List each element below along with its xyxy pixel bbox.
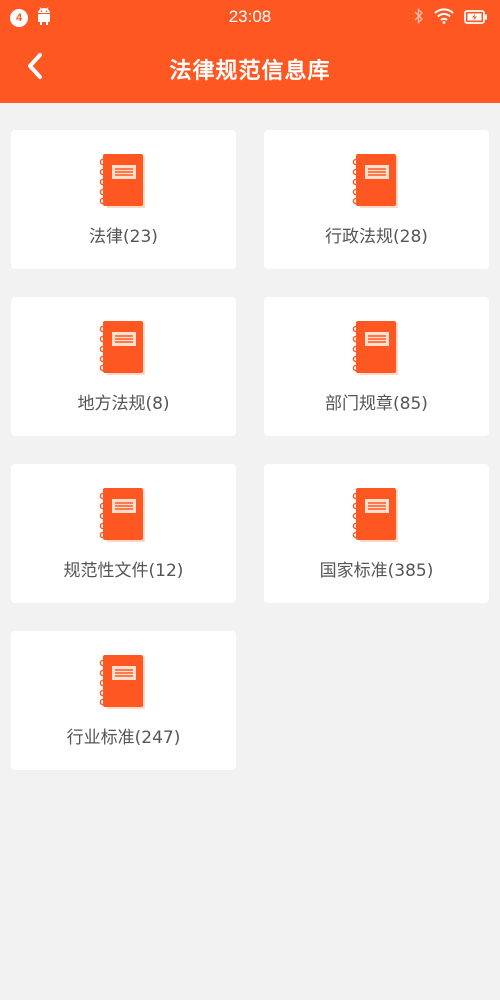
category-card-local-regulations[interactable]: 地方法规(8) xyxy=(11,297,236,436)
page-title: 法律规范信息库 xyxy=(169,59,331,84)
category-card-industry-standards[interactable]: 行业标准(247) xyxy=(11,631,236,770)
status-bar: 4 23:08 xyxy=(0,0,500,33)
battery-icon xyxy=(464,9,488,28)
category-card-administrative-regulations[interactable]: 行政法规(28) xyxy=(264,130,489,269)
bluetooth-icon xyxy=(414,7,424,28)
book-icon xyxy=(98,487,150,545)
category-label: 地方法规(8) xyxy=(77,394,170,414)
category-label: 国家标准(385) xyxy=(319,561,434,581)
screen: 4 23:08 法律规范信息库 法律(23) 行政法规(28) 地方法规(8) … xyxy=(0,0,500,1000)
category-card-normative-documents[interactable]: 规范性文件(12) xyxy=(11,464,236,603)
category-grid: 法律(23) 行政法规(28) 地方法规(8) 部门规章(85) 规范性文件(1… xyxy=(11,130,489,770)
category-label: 行政法规(28) xyxy=(325,227,428,247)
book-icon xyxy=(98,654,150,712)
book-icon xyxy=(351,320,403,378)
category-label: 行业标准(247) xyxy=(66,728,181,748)
category-card-departmental-rules[interactable]: 部门规章(85) xyxy=(264,297,489,436)
book-icon xyxy=(351,487,403,545)
category-label: 部门规章(85) xyxy=(325,394,428,414)
category-label: 规范性文件(12) xyxy=(63,561,184,581)
book-icon xyxy=(351,153,403,211)
category-label: 法律(23) xyxy=(89,227,158,247)
book-icon xyxy=(98,320,150,378)
category-card-law[interactable]: 法律(23) xyxy=(11,130,236,269)
category-card-national-standards[interactable]: 国家标准(385) xyxy=(264,464,489,603)
book-icon xyxy=(98,153,150,211)
status-right xyxy=(414,7,488,28)
wifi-icon xyxy=(434,8,454,28)
app-header: 法律规范信息库 xyxy=(0,33,500,103)
